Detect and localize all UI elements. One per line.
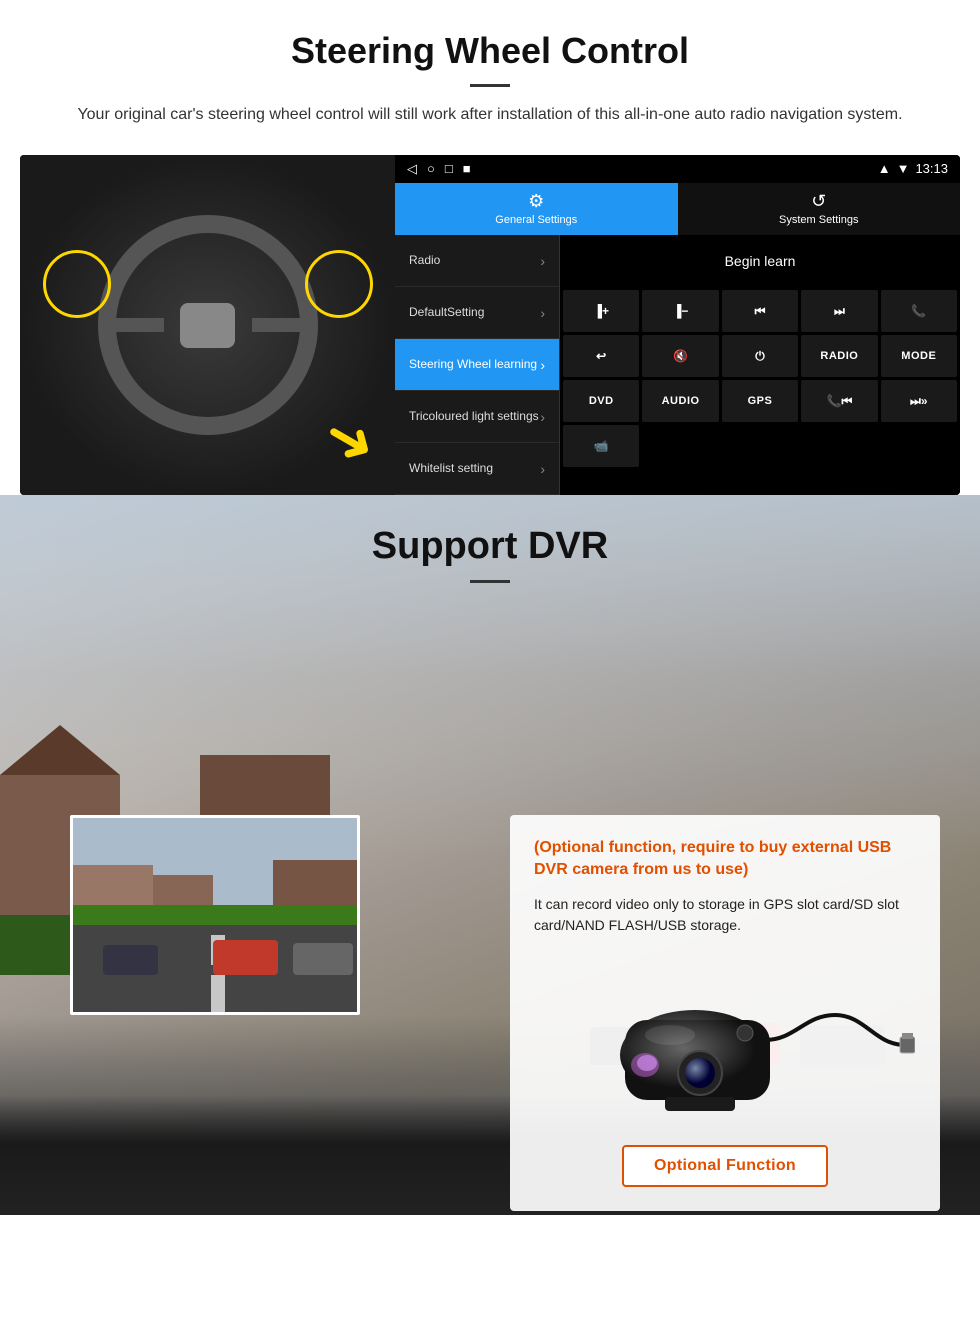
steering-controls-col: Begin learn ▐+ ▐− ⏮ ⏭ 📞 ↩ 🔇 ⏻ RADIO MODE — [560, 235, 960, 495]
begin-learn-row: Begin learn — [560, 235, 960, 287]
menu-item-radio[interactable]: Radio › — [395, 235, 559, 287]
tab-general-settings[interactable]: ⚙ General Settings — [395, 183, 678, 235]
chevron-radio: › — [540, 253, 545, 269]
steering-demo-area: ➜ ◁ ○ □ ■ ▲ ▼ 13:13 ⚙ General Settings — [20, 155, 960, 495]
dashcam-preview-image — [70, 815, 360, 1015]
system-settings-icon: ↺ — [811, 191, 826, 212]
optional-function-btn-area: Optional Function — [534, 1145, 916, 1187]
menu-item-default-label: DefaultSetting — [409, 305, 484, 321]
menu-item-radio-label: Radio — [409, 253, 440, 269]
menu-item-tricoloured[interactable]: Tricoloured light settings › — [395, 391, 559, 443]
menu-item-steering-wheel[interactable]: Steering Wheel learning › — [395, 339, 559, 391]
chevron-steering: › — [540, 357, 545, 373]
steering-wheel-bg: ➜ — [20, 155, 395, 495]
highlight-circle-right — [305, 250, 373, 318]
chevron-whitelist: › — [540, 461, 545, 477]
steering-wheel-outer — [98, 215, 318, 435]
menu-item-default-setting[interactable]: DefaultSetting › — [395, 287, 559, 339]
dvr-optional-text: (Optional function, require to buy exter… — [534, 837, 916, 882]
spoke-right — [252, 318, 312, 332]
back-icon: ◁ — [407, 161, 417, 177]
menu-item-tricoloured-label: Tricoloured light settings — [409, 409, 539, 425]
wifi-icon: ▼ — [897, 161, 910, 176]
android-status-bar: ◁ ○ □ ■ ▲ ▼ 13:13 — [395, 155, 960, 183]
controls-grid: ▐+ ▐− ⏮ ⏭ 📞 ↩ 🔇 ⏻ RADIO MODE DVD AUDIO G… — [560, 287, 960, 470]
steering-wheel-image: ➜ — [20, 155, 395, 495]
system-settings-label: System Settings — [779, 214, 858, 226]
chevron-tricoloured: › — [540, 409, 545, 425]
general-settings-label: General Settings — [495, 214, 577, 226]
android-content-area: Radio › DefaultSetting › Steering Wheel … — [395, 235, 960, 495]
menu-item-whitelist[interactable]: Whitelist setting › — [395, 443, 559, 495]
audio-btn[interactable]: AUDIO — [642, 380, 718, 422]
clock: 13:13 — [915, 161, 948, 176]
steering-title: Steering Wheel Control — [20, 30, 960, 72]
radio-btn[interactable]: RADIO — [801, 335, 877, 377]
signal-icon: ▲ — [878, 161, 891, 176]
menu-item-whitelist-label: Whitelist setting — [409, 461, 493, 477]
steering-section-header: Steering Wheel Control Your original car… — [0, 0, 980, 137]
dvr-section: Support DVR — [0, 495, 980, 1215]
prev-track-btn[interactable]: ⏮ — [722, 290, 798, 332]
status-bar-left: ◁ ○ □ ■ — [407, 161, 471, 177]
menu-item-steering-label: Steering Wheel learning — [409, 357, 537, 373]
optional-function-button[interactable]: Optional Function — [622, 1145, 828, 1187]
vol-down-btn[interactable]: ▐− — [642, 290, 718, 332]
dvr-inner: Support DVR — [20, 495, 960, 1211]
tab-system-settings[interactable]: ↺ System Settings — [678, 183, 961, 235]
next-track-btn[interactable]: ⏭ — [801, 290, 877, 332]
recent-icon: □ — [445, 161, 453, 177]
vol-up-btn[interactable]: ▐+ — [563, 290, 639, 332]
dvr-info-box: (Optional function, require to buy exter… — [510, 815, 940, 1211]
arrow-indicator: ➜ — [311, 397, 390, 483]
dvr-header: Support DVR — [20, 495, 960, 605]
steering-wheel-center — [180, 303, 235, 348]
dvr-camera-area — [534, 955, 916, 1125]
next-next-btn[interactable]: ⏭» — [881, 380, 957, 422]
mode-btn[interactable]: MODE — [881, 335, 957, 377]
spoke-left — [104, 318, 164, 332]
dashcam-inner — [73, 818, 357, 1012]
dvr-lower-content: (Optional function, require to buy exter… — [40, 615, 940, 1211]
dashcam-scene-svg — [73, 815, 357, 1015]
phone-btn[interactable]: 📞 — [881, 290, 957, 332]
dvr-left-panel — [40, 615, 510, 1035]
general-settings-icon: ⚙ — [528, 191, 544, 212]
power-btn[interactable]: ⏻ — [722, 335, 798, 377]
gps-btn[interactable]: GPS — [722, 380, 798, 422]
steering-divider — [470, 84, 510, 87]
camera-btn[interactable]: 📹 — [563, 425, 639, 467]
home-icon: ○ — [427, 161, 435, 177]
hang-up-btn[interactable]: ↩ — [563, 335, 639, 377]
chevron-default: › — [540, 305, 545, 321]
android-ui-panel: ◁ ○ □ ■ ▲ ▼ 13:13 ⚙ General Settings ↺ S… — [395, 155, 960, 495]
highlight-circle-left — [43, 250, 111, 318]
begin-learn-button[interactable]: Begin learn — [703, 243, 818, 279]
dvr-divider — [470, 580, 510, 583]
phone-prev-btn[interactable]: 📞⏮ — [801, 380, 877, 422]
mute-btn[interactable]: 🔇 — [642, 335, 718, 377]
android-tabs: ⚙ General Settings ↺ System Settings — [395, 183, 960, 235]
status-bar-right: ▲ ▼ 13:13 — [878, 161, 948, 176]
dvr-description: It can record video only to storage in G… — [534, 894, 916, 937]
dvr-camera-svg — [535, 955, 915, 1125]
steering-description: Your original car's steering wheel contr… — [60, 103, 920, 127]
android-menu: Radio › DefaultSetting › Steering Wheel … — [395, 235, 560, 495]
dvr-title: Support DVR — [40, 525, 940, 568]
dvd-btn[interactable]: DVD — [563, 380, 639, 422]
menu-icon: ■ — [463, 161, 471, 177]
